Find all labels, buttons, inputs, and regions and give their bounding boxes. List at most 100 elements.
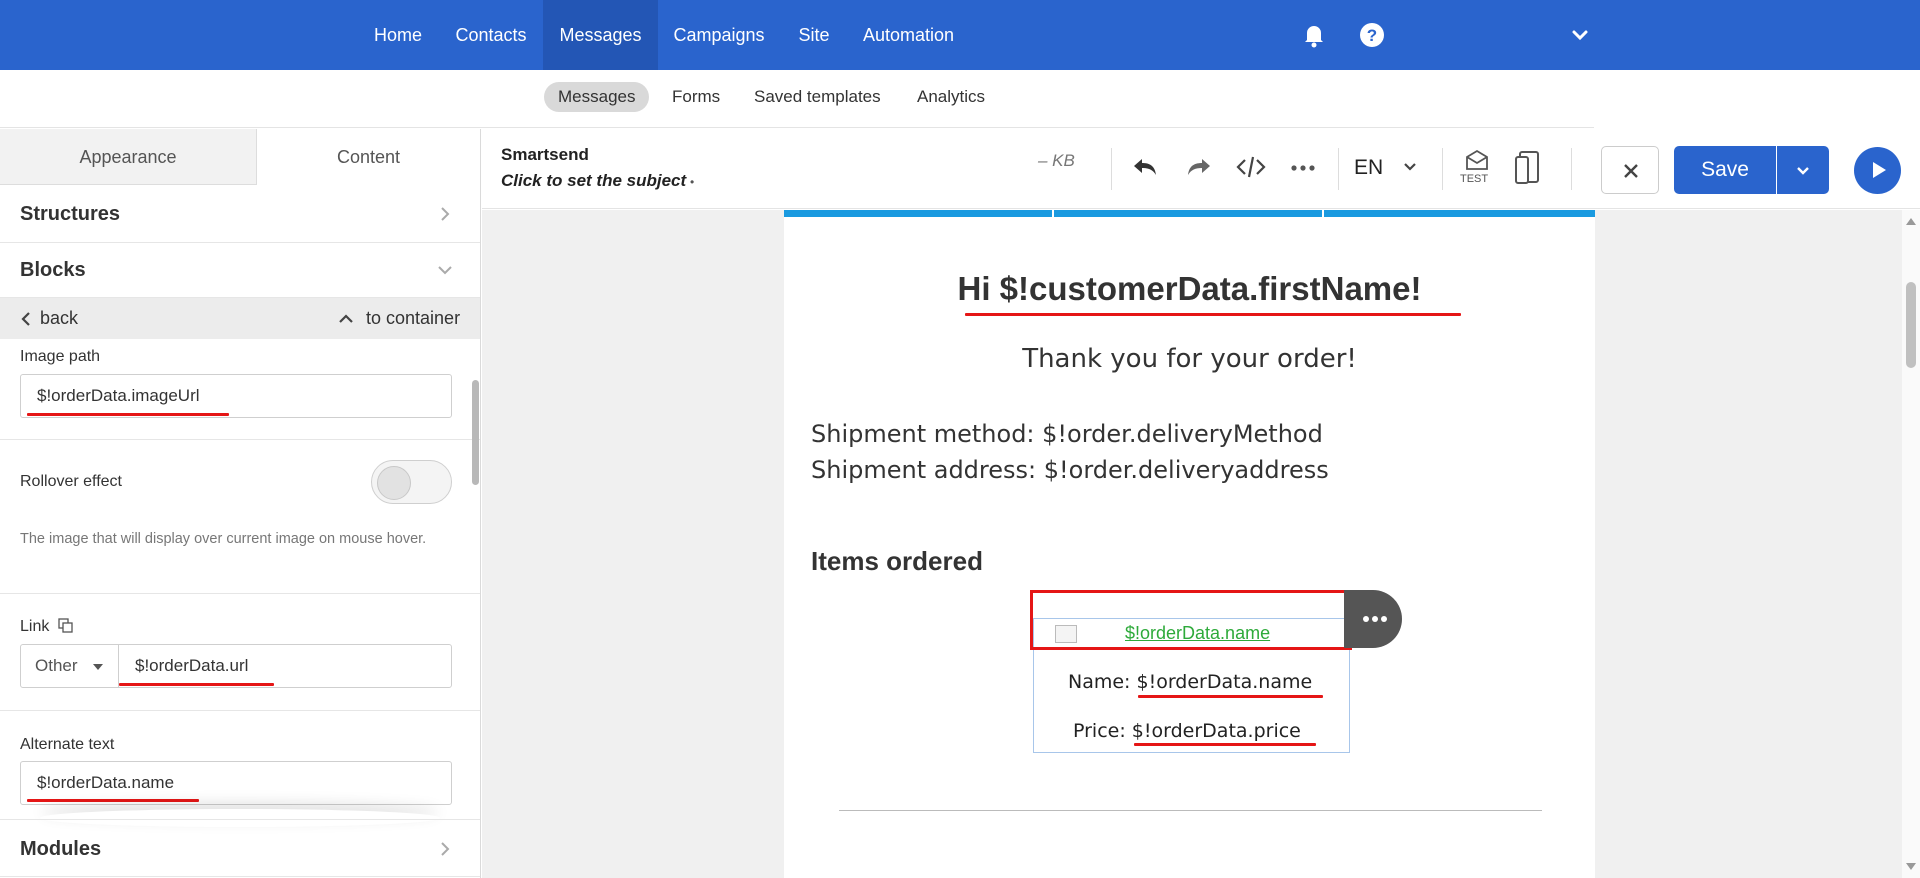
scroll-down-icon[interactable] — [1905, 862, 1917, 872]
editor-header: Smartsend Click to set the subject • – K… — [482, 129, 1920, 209]
annotation-underline — [965, 313, 1461, 316]
shipment-address-text[interactable]: Shipment address: $!order.deliveryaddres… — [811, 456, 1329, 484]
chevron-right-icon — [441, 842, 450, 856]
bell-icon[interactable] — [1299, 20, 1329, 50]
separator — [1111, 148, 1112, 190]
test-envelope-icon — [1466, 149, 1488, 170]
chevron-down-icon — [1797, 167, 1809, 175]
nav-messages[interactable]: Messages — [543, 0, 658, 70]
rollover-toggle[interactable] — [371, 460, 452, 504]
nav-site[interactable]: Site — [786, 0, 842, 70]
tab-appearance[interactable]: Appearance — [0, 129, 257, 185]
separator — [1338, 148, 1339, 190]
product-name-label: Name: — [1068, 671, 1137, 693]
product-price-line[interactable]: Price: $!orderData.price — [1073, 720, 1301, 742]
close-icon — [1624, 164, 1638, 178]
link-type-value: Other — [35, 656, 78, 675]
subnav-forms[interactable]: Forms — [658, 82, 734, 112]
link-url-input[interactable]: $!orderData.url — [118, 644, 452, 688]
panel-tabs: Appearance Content — [0, 129, 480, 185]
code-icon[interactable] — [1235, 151, 1267, 183]
email-canvas: Hi $!customerData.firstName! Thank you f… — [482, 210, 1902, 878]
link-type-select[interactable]: Other — [20, 644, 119, 688]
divider — [0, 710, 480, 711]
top-navigation: Home Contacts Messages Campaigns Site Au… — [0, 0, 1920, 70]
copy-icon[interactable] — [58, 618, 74, 634]
link-label: Link — [20, 618, 50, 635]
header-stripe — [1324, 210, 1595, 217]
annotation-underline — [1138, 695, 1323, 698]
chevron-left-icon — [21, 312, 30, 326]
subnav-messages[interactable]: Messages — [544, 82, 650, 112]
nav-campaigns[interactable]: Campaigns — [664, 0, 774, 70]
chevron-up-icon — [339, 314, 353, 323]
alt-text-label: Alternate text — [20, 736, 115, 753]
caret-down-icon — [93, 664, 103, 670]
chevron-down-icon[interactable] — [1400, 156, 1420, 176]
image-path-input[interactable]: $!orderData.imageUrl — [20, 374, 452, 418]
product-price-label: Price: — [1073, 720, 1132, 742]
close-button[interactable] — [1601, 146, 1659, 194]
panel-scrollbar[interactable] — [472, 380, 479, 485]
next-section-heading — [811, 865, 961, 878]
greeting-text[interactable]: Hi $!customerData.firstName! — [784, 270, 1595, 308]
separator — [1571, 148, 1572, 190]
help-icon[interactable]: ? — [1357, 20, 1387, 50]
thanks-text[interactable]: Thank you for your order! — [784, 344, 1595, 374]
back-button[interactable]: back — [40, 298, 78, 339]
subnav-saved-templates[interactable]: Saved templates — [740, 82, 895, 112]
tab-content[interactable]: Content — [257, 129, 480, 185]
more-options-icon[interactable] — [1287, 151, 1319, 183]
chevron-down-icon — [438, 266, 452, 275]
more-options-icon — [1363, 616, 1387, 622]
play-icon — [1873, 162, 1886, 178]
product-link[interactable]: $!orderData.name — [1125, 623, 1270, 644]
back-bar: back to container — [0, 298, 480, 339]
svg-text:?: ? — [1367, 26, 1377, 45]
sub-navigation: Messages Forms Saved templates Analytics — [0, 70, 1594, 128]
subject-field[interactable]: Click to set the subject — [501, 171, 686, 191]
header-stripe — [1054, 210, 1322, 217]
email-divider — [839, 810, 1542, 811]
structures-section[interactable]: Structures — [0, 185, 480, 243]
image-path-label: Image path — [20, 348, 101, 365]
nav-home[interactable]: Home — [358, 0, 438, 70]
divider — [0, 593, 480, 594]
nav-contacts[interactable]: Contacts — [446, 0, 536, 70]
blocks-section[interactable]: Blocks — [0, 243, 480, 298]
nav-automation[interactable]: Automation — [856, 0, 961, 70]
canvas-scrollbar[interactable] — [1902, 210, 1920, 878]
redo-icon[interactable] — [1182, 151, 1214, 183]
to-container-button[interactable]: to container — [366, 298, 460, 339]
subnav-analytics[interactable]: Analytics — [903, 82, 999, 112]
product-price-value: $!orderData.price — [1131, 720, 1301, 742]
account-chevron-down-icon[interactable] — [1565, 20, 1595, 50]
rollover-help-text: The image that will display over current… — [20, 531, 427, 547]
annotation-underline — [1134, 743, 1316, 746]
email-body: Hi $!customerData.firstName! Thank you f… — [784, 210, 1595, 878]
save-options-button[interactable] — [1777, 146, 1829, 194]
block-more-button[interactable] — [1344, 590, 1402, 648]
mobile-preview-icon[interactable] — [1514, 149, 1544, 187]
shipment-method-text[interactable]: Shipment method: $!order.deliveryMethod — [811, 420, 1323, 448]
modules-label: Modules — [20, 838, 102, 860]
divider — [0, 439, 480, 440]
send-button[interactable] — [1854, 147, 1901, 194]
modules-section[interactable]: Modules — [0, 819, 480, 877]
undo-icon[interactable] — [1130, 151, 1162, 183]
scroll-thumb[interactable] — [1906, 282, 1916, 368]
product-image[interactable] — [1055, 625, 1077, 643]
message-size: – KB — [1038, 151, 1075, 170]
product-name-value: $!orderData.name — [1136, 671, 1313, 693]
product-name-line[interactable]: Name: $!orderData.name — [1068, 671, 1312, 693]
test-button[interactable]: TEST — [1460, 149, 1494, 193]
test-label: TEST — [1460, 173, 1489, 185]
items-heading[interactable]: Items ordered — [811, 546, 983, 577]
language-selector[interactable]: EN — [1354, 156, 1383, 180]
separator — [1442, 148, 1443, 190]
save-button[interactable]: Save — [1674, 146, 1776, 194]
scroll-up-icon[interactable] — [1905, 216, 1917, 226]
message-title[interactable]: Smartsend — [501, 145, 589, 165]
blocks-label: Blocks — [20, 259, 86, 281]
toggle-knob — [377, 466, 411, 500]
